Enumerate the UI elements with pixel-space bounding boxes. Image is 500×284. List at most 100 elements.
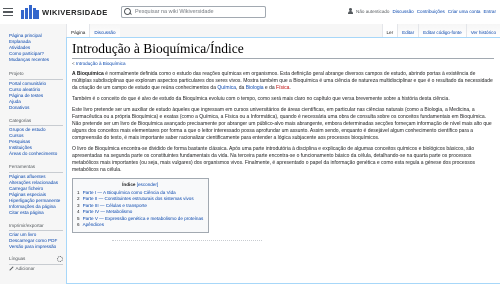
toc-item-link[interactable]: Parte V — Expressão genética e metabolis…: [83, 216, 204, 221]
sidebar-item-main-page[interactable]: Página principal: [9, 33, 42, 38]
sidebar-heading-ferramentas: Ferramentas: [9, 164, 63, 173]
sidebar-item-research[interactable]: Pesquisas: [9, 139, 30, 144]
sidebar-item-create-book[interactable]: Criar um livro: [9, 232, 36, 237]
not-logged-in-label: Não autenticado: [356, 8, 390, 14]
sidebar-heading-imprimir: Imprimir/exportar: [9, 223, 63, 231]
add-links-label: Adicionar: [15, 265, 35, 271]
toc-item-number: 2: [77, 196, 80, 202]
toc-item-link[interactable]: Parte II — Constituintes estruturais dos…: [83, 196, 194, 201]
user-talk-link[interactable]: Discussão: [393, 9, 414, 14]
sidebar-item-courses[interactable]: Cursos: [9, 133, 24, 138]
sidebar-item-help[interactable]: Ajuda: [9, 99, 21, 104]
toc-item-number: 5: [77, 215, 80, 221]
sidebar-item-permalink[interactable]: Hiperligação permanente: [9, 198, 60, 203]
logo[interactable]: WIKIVERSIDADE: [3, 2, 108, 22]
sidebar-navigation: Página principal Esplanada Atividades Co…: [9, 33, 66, 63]
sidebar-item-como-participar[interactable]: Como participar?: [9, 51, 44, 56]
view-tabs: Ler Editar Editar código-fonte Ver histó…: [381, 24, 500, 37]
sidebar-item-cite[interactable]: Citar esta página: [9, 210, 44, 215]
sidebar-item-portal[interactable]: Portal comunitário: [9, 81, 46, 86]
sidebar-item-atividades[interactable]: Atividades: [9, 45, 30, 50]
paragraph-1-sep2: e da: [263, 84, 277, 91]
pencil-icon: [9, 266, 14, 271]
menu-icon[interactable]: [3, 7, 13, 17]
toc-title-label: Índice: [122, 182, 136, 188]
paragraph-1-sep1: , da: [236, 84, 246, 91]
search-input[interactable]: [135, 9, 255, 15]
sidebar-projeto: Projeto Portal comunitário Curso aleatór…: [9, 71, 66, 111]
toc-item-number: 1: [77, 189, 80, 195]
namespace-tabs: Página Discussão: [66, 24, 120, 37]
add-links-button[interactable]: Adicionar: [9, 266, 66, 272]
sidebar: Página principal Esplanada Atividades Co…: [0, 24, 66, 284]
sidebar-item-areas[interactable]: Áreas do conhecimento: [9, 151, 57, 156]
tab-bar: Página Discussão Ler Editar Editar códig…: [66, 24, 500, 37]
section-divider: [72, 236, 494, 248]
main-content: Introdução à Bioquímica/Índice < Introdu…: [66, 37, 500, 284]
sidebar-linguas: Línguas Adicionar: [9, 256, 66, 272]
sidebar-heading-linguas: Línguas: [9, 256, 63, 265]
paragraph-2: Também é o conceito do que é alvo de est…: [72, 95, 450, 102]
create-account-link[interactable]: Criar uma conta: [448, 9, 481, 14]
sidebar-item-upload[interactable]: Carregar ficheiro: [9, 186, 43, 191]
toc-title: Índice [esconder]: [77, 182, 203, 189]
sidebar-item-download-pdf[interactable]: Descarregar como PDF: [9, 238, 57, 243]
toc-list: 1 Parte I — A Bioquímica como Ciência da …: [77, 190, 203, 229]
sidebar-categorias: Categorias Grupos de estudo Cursos Pesqu…: [9, 118, 66, 158]
toc-item-number: 6: [77, 222, 80, 228]
toc-item-link[interactable]: Parte III — Células e transporte: [83, 203, 147, 208]
search-icon: [124, 8, 132, 16]
tab-edit[interactable]: Editar: [397, 24, 419, 37]
user-icon: [347, 8, 353, 14]
toc-toggle[interactable]: [esconder]: [137, 182, 158, 187]
toc-item-number: 4: [77, 209, 80, 215]
sidebar-item-page-info[interactable]: Informações da página: [9, 204, 56, 209]
sidebar-item-sandbox[interactable]: Página de testes: [9, 93, 43, 98]
sidebar-item-random[interactable]: Curso aleatório: [9, 87, 40, 92]
sidebar-item-institutions[interactable]: Instituições: [9, 145, 32, 150]
tab-edit-source[interactable]: Editar código-fonte: [418, 24, 466, 37]
bold-term: A Bioquímica: [72, 70, 104, 77]
sidebar-imprimir: Imprimir/exportar Criar um livro Descarr…: [9, 223, 66, 251]
toc-item-link[interactable]: Parte IV — Metabolismo: [83, 209, 133, 214]
sidebar-item-study-groups[interactable]: Grupos de estudo: [9, 127, 46, 132]
tab-history[interactable]: Ver histórico: [465, 24, 500, 37]
paragraph-3: Este livro pretende ser um auxiliar de e…: [72, 106, 492, 142]
tab-discussion[interactable]: Discussão: [89, 24, 120, 37]
sidebar-item-related-changes[interactable]: Alterações relacionadas: [9, 180, 58, 185]
sidebar-item-whatlinkshere[interactable]: Páginas afluentes: [9, 174, 46, 179]
tab-page[interactable]: Página: [66, 24, 90, 37]
contributions-link[interactable]: Contribuições: [417, 9, 445, 14]
sidebar-item-mudancas-recentes[interactable]: Mudanças recentes: [9, 57, 49, 62]
breadcrumb-link[interactable]: Introdução à Bioquímica: [76, 61, 126, 66]
link-fisica[interactable]: Física: [276, 85, 289, 91]
breadcrumb: < Introdução à Bioquímica: [72, 61, 494, 67]
paragraph-1-end: .: [289, 84, 291, 91]
paragraph-1: A Bioquímica é normalmente definida como…: [72, 71, 494, 92]
sidebar-heading-projeto: Projeto: [9, 71, 63, 80]
sidebar-heading-linguas-label: Línguas: [9, 256, 26, 261]
link-biologia[interactable]: Biologia: [246, 85, 264, 91]
sidebar-heading-categorias: Categorias: [9, 118, 63, 126]
gear-icon[interactable]: [57, 256, 63, 262]
toc-item[interactable]: 6 Apêndices: [77, 222, 203, 229]
toc-item-link[interactable]: Parte I — A Bioquímica como Ciência da V…: [83, 190, 176, 195]
header: WIKIVERSIDADE Não autenticado Discussão …: [0, 0, 500, 24]
search-box[interactable]: [121, 6, 266, 18]
link-quimica[interactable]: Química: [217, 85, 236, 91]
table-of-contents: Índice [esconder] 1 Parte I — A Bioquímic…: [72, 178, 210, 233]
tab-read[interactable]: Ler: [381, 24, 398, 37]
sidebar-ferramentas: Ferramentas Páginas afluentes Alterações…: [9, 164, 66, 216]
sidebar-item-esplanada[interactable]: Esplanada: [9, 39, 31, 44]
sidebar-item-special-pages[interactable]: Páginas especiais: [9, 192, 46, 197]
paragraph-4: O livro de Bioquímica encontra-se dividi…: [72, 146, 475, 174]
sidebar-item-printable[interactable]: Versão para impressão: [9, 244, 56, 249]
sidebar-item-donate[interactable]: Donativos: [9, 105, 29, 110]
login-link[interactable]: Entrar: [483, 9, 496, 14]
logo-text: WIKIVERSIDADE: [42, 7, 108, 17]
user-tools: Não autenticado Discussão Contribuições …: [347, 8, 496, 14]
toc-item-link[interactable]: Apêndices: [83, 222, 104, 227]
page-title: Introdução à Bioquímica/Índice: [72, 41, 494, 59]
toc-item-number: 3: [77, 202, 80, 208]
wikiversity-logo-icon: [21, 5, 39, 19]
